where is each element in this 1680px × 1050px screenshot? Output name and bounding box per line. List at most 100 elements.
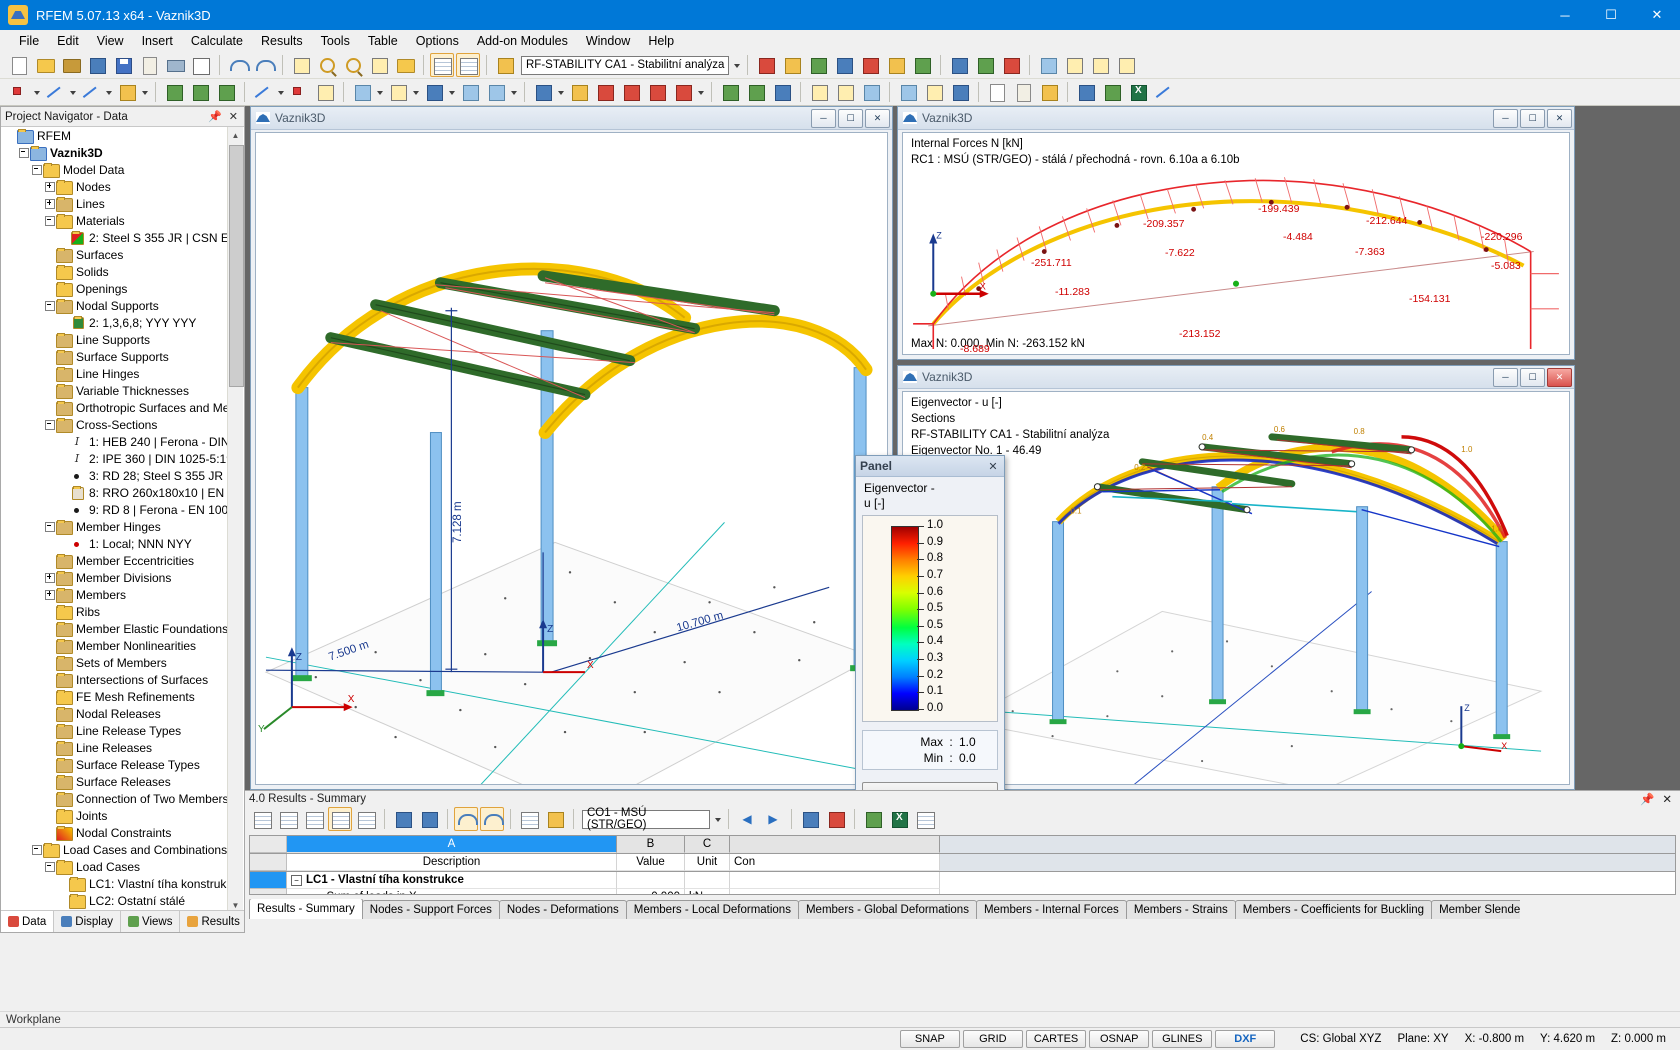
table-tab-members-global-deformations[interactable]: Members - Global Deformations [797,900,977,919]
tree-item-line-supports[interactable]: Line Supports [1,331,244,348]
tree-item-openings[interactable]: Openings [1,280,244,297]
load-point-icon[interactable] [593,80,617,104]
result-iso-icon[interactable] [910,53,934,77]
close-icon[interactable]: ✕ [1662,792,1672,806]
save-icon[interactable] [111,53,135,77]
menu-edit[interactable]: Edit [48,31,88,51]
grid-col-letter-d[interactable] [730,836,940,853]
chevron-down-icon[interactable] [713,808,723,830]
navigator-tab-results[interactable]: Results [180,911,248,932]
internal-forces-window[interactable]: Vaznik3D ─ ☐ ✕ Internal Forces N [kN] RC… [897,106,1575,360]
close-icon[interactable]: ✕ [229,110,238,123]
grid-col-letter-b[interactable]: B [617,836,685,853]
tree-item-surface-supports[interactable]: Surface Supports [1,348,244,365]
chevron-down-icon[interactable] [509,81,519,103]
tree-item-cross-sections[interactable]: Cross-Sections [1,416,244,433]
line-icon[interactable] [43,80,67,104]
table-tab-members-strains[interactable]: Members - Strains [1125,900,1236,919]
tree-item-fe-mesh-refinements[interactable]: FE Mesh Refinements [1,688,244,705]
table-edit-icon[interactable] [250,807,274,831]
tree-item-nodal-releases[interactable]: Nodal Releases [1,705,244,722]
scrollbar-thumb[interactable] [229,145,244,387]
dimension-icon[interactable] [251,80,275,104]
eigenvector-titlebar[interactable]: Vaznik3D ─ ☐ ✕ [898,366,1574,389]
collapse-toggle-icon[interactable] [31,841,43,858]
tree-item-load-cases[interactable]: Load Cases [1,858,244,875]
grid-snap-icon[interactable] [807,80,831,104]
tree-item-surface-release-types[interactable]: Surface Release Types [1,756,244,773]
tree-item-sets-of-members[interactable]: Sets of Members [1,654,244,671]
wireframe-icon[interactable] [922,80,946,104]
measure-icon[interactable] [1152,80,1176,104]
tree-item-lines[interactable]: Lines [1,195,244,212]
model-3d-canvas[interactable]: Z X Y Z X 7.128 m 7.500 m 10.700 m [255,132,888,785]
load-surface-icon[interactable] [645,80,669,104]
tree-item-member-hinges[interactable]: Member Hinges [1,518,244,535]
redo-icon[interactable] [480,807,504,831]
table-insert-icon[interactable] [276,807,300,831]
open-model-icon[interactable] [85,53,109,77]
tree-item-2-1-3-6-8-yyy-yyy[interactable]: 2: 1,3,6,8; YYY YYY [1,314,244,331]
chevron-down-icon[interactable] [140,81,150,103]
print-preview-icon[interactable] [189,53,213,77]
if-minimize-button[interactable]: ─ [1493,108,1518,128]
load-free-icon[interactable] [671,80,695,104]
chevron-down-icon[interactable] [696,81,706,103]
status-glines-button[interactable]: GLINES [1152,1030,1213,1048]
minimize-button[interactable]: ─ [1542,0,1588,30]
tree-item-nodes[interactable]: Nodes [1,178,244,195]
ortho-icon[interactable] [833,80,857,104]
table-import-icon[interactable] [302,807,326,831]
results-grid[interactable]: A B C Description Value Unit Con − LC1 -… [249,835,1676,895]
tree-item-ribs[interactable]: Ribs [1,603,244,620]
view-yz-icon[interactable] [1088,53,1112,77]
open-folder-icon[interactable] [33,53,57,77]
arrow-left-icon[interactable] [391,807,415,831]
table-tab-results-summary[interactable]: Results - Summary [249,899,363,919]
scroll-up-arrow[interactable]: ▲ [228,127,243,143]
panel-titlebar[interactable]: Panel ✕ [856,456,1004,477]
copy-icon[interactable] [458,80,482,104]
tree-item-materials[interactable]: Materials [1,212,244,229]
navigator-tabs[interactable]: Data Display Views Results [1,910,248,932]
collapse-toggle-icon[interactable] [44,416,56,433]
member-force-icon[interactable] [999,53,1023,77]
tree-item-surfaces[interactable]: Surfaces [1,246,244,263]
surface-support-icon[interactable] [214,80,238,104]
deformation-icon[interactable] [947,53,971,77]
navigator-tab-data[interactable]: Data [1,911,55,932]
tree-item-nodal-constraints[interactable]: Nodal Constraints [1,824,244,841]
expand-toggle-icon[interactable] [44,586,56,603]
result-contour-icon[interactable] [858,53,882,77]
result-smooth-icon[interactable] [884,53,908,77]
render-solid-icon[interactable] [896,80,920,104]
tree-item-variable-thicknesses[interactable]: Variable Thicknesses [1,382,244,399]
chevron-down-icon[interactable] [32,81,42,103]
view-xy-icon[interactable] [1062,53,1086,77]
table-grid-icon[interactable] [456,53,480,77]
tree-item-connection-of-two-members[interactable]: Connection of Two Members [1,790,244,807]
node-icon[interactable] [7,80,31,104]
if-close-button[interactable]: ✕ [1547,108,1572,128]
view-xz-icon[interactable] [1114,53,1138,77]
tree-item-intersections-of-surfaces[interactable]: Intersections of Surfaces [1,671,244,688]
menu-calculate[interactable]: Calculate [182,31,252,51]
status-cartes-button[interactable]: CARTES [1025,1030,1087,1048]
render-icon[interactable] [289,53,313,77]
tree-item-rfem[interactable]: RFEM [1,127,244,144]
help-icon[interactable] [1074,80,1098,104]
menu-help[interactable]: Help [639,31,683,51]
maximize-button[interactable]: ☐ [1588,0,1634,30]
clipboard-icon[interactable] [137,53,161,77]
row-index-cell[interactable] [250,889,287,894]
table-tab-members-local-deformations[interactable]: Members - Local Deformations [625,900,799,919]
close-button[interactable]: ✕ [1634,0,1680,30]
report-icon[interactable] [861,807,885,831]
chevron-down-icon[interactable] [556,81,566,103]
menu-options[interactable]: Options [407,31,468,51]
tree-item-line-release-types[interactable]: Line Release Types [1,722,244,739]
status-snap-button[interactable]: SNAP [899,1030,960,1048]
menu-addon-modules[interactable]: Add-on Modules [468,31,577,51]
internal-forces-titlebar[interactable]: Vaznik3D ─ ☐ ✕ [898,107,1574,130]
tree-item-members[interactable]: Members [1,586,244,603]
